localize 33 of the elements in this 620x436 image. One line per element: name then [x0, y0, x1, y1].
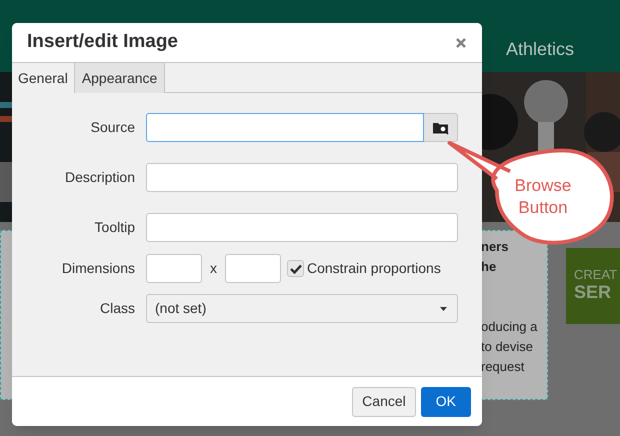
- field-label: Dimensions: [60, 259, 135, 278]
- input-field[interactable]: [146, 163, 458, 192]
- field-label: Description: [64, 168, 135, 187]
- class-dropdown[interactable]: (not set): [146, 294, 458, 323]
- banner-text: CREAT: [574, 268, 618, 282]
- input-field[interactable]: [146, 213, 458, 242]
- tab[interactable]: Appearance: [74, 63, 166, 93]
- nav-link[interactable]: Athletics: [506, 36, 574, 63]
- dialog-title: Insert/edit Image: [27, 30, 178, 54]
- input-field[interactable]: [146, 113, 424, 142]
- body-text: he: [481, 258, 498, 276]
- checkbox-label[interactable]: Constrain proportions: [307, 258, 441, 279]
- dialog-button[interactable]: Cancel: [352, 386, 416, 416]
- folder-search-icon: [432, 120, 450, 135]
- body-text: request: [481, 358, 526, 376]
- banner-text: SER: [574, 282, 612, 302]
- body-text: ners: [481, 238, 510, 256]
- times-sign: x: [210, 259, 217, 278]
- tab[interactable]: General: [12, 63, 74, 94]
- dropdown-value: (not set): [155, 299, 206, 318]
- caret-icon: [440, 306, 447, 310]
- input-field[interactable]: [225, 254, 281, 283]
- dialog-button[interactable]: OK: [420, 386, 471, 416]
- field-label: Source: [90, 118, 135, 137]
- field-label: Tooltip: [94, 218, 135, 237]
- checkbox[interactable]: [287, 260, 304, 277]
- input-field[interactable]: [146, 254, 202, 283]
- browse-button[interactable]: [424, 113, 458, 142]
- field-label: Class: [98, 299, 135, 318]
- body-text: oducing a: [481, 318, 538, 336]
- callout-text: Browse Button: [514, 175, 572, 219]
- body-text: to devise: [481, 338, 534, 356]
- close-icon[interactable]: [455, 36, 467, 48]
